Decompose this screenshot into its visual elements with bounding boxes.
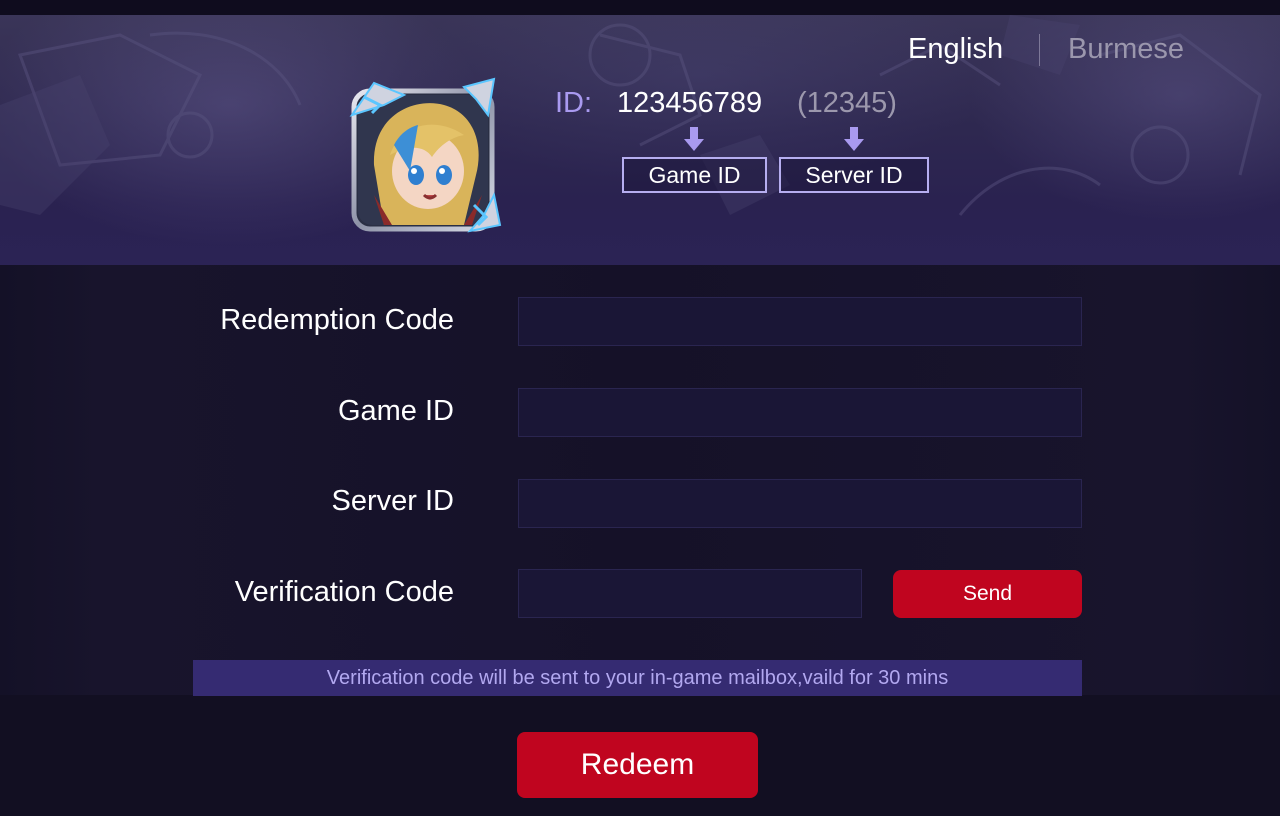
server-id-input[interactable]: [518, 479, 1082, 528]
server-id-hint-box: Server ID: [779, 157, 929, 193]
verification-code-input[interactable]: [518, 569, 862, 618]
language-burmese-link[interactable]: Burmese: [1068, 33, 1184, 66]
redemption-code-label: Redemption Code: [220, 304, 454, 336]
arrow-down-icon: [684, 127, 704, 151]
id-label: ID:: [555, 87, 593, 119]
verification-code-label: Verification Code: [234, 576, 454, 608]
player-avatar: [349, 77, 502, 233]
arrow-down-icon: [844, 127, 864, 151]
game-id-hint-box: Game ID: [622, 157, 767, 193]
redemption-code-input[interactable]: [518, 297, 1082, 346]
top-strip: [0, 0, 1280, 15]
redeem-button[interactable]: Redeem: [517, 732, 758, 798]
header-banner: English Burmese ID: 123456789 (12345) Ga…: [0, 15, 1280, 265]
send-code-button[interactable]: Send: [893, 570, 1082, 618]
language-english-link[interactable]: English: [908, 33, 1003, 66]
language-divider: [1039, 34, 1040, 66]
example-server-id: (12345): [797, 87, 897, 119]
game-id-label: Game ID: [337, 395, 454, 427]
game-id-input[interactable]: [518, 388, 1082, 437]
server-id-label: Server ID: [331, 485, 454, 517]
verification-notice: Verification code will be sent to your i…: [193, 660, 1082, 696]
example-game-id: 123456789: [617, 87, 763, 119]
